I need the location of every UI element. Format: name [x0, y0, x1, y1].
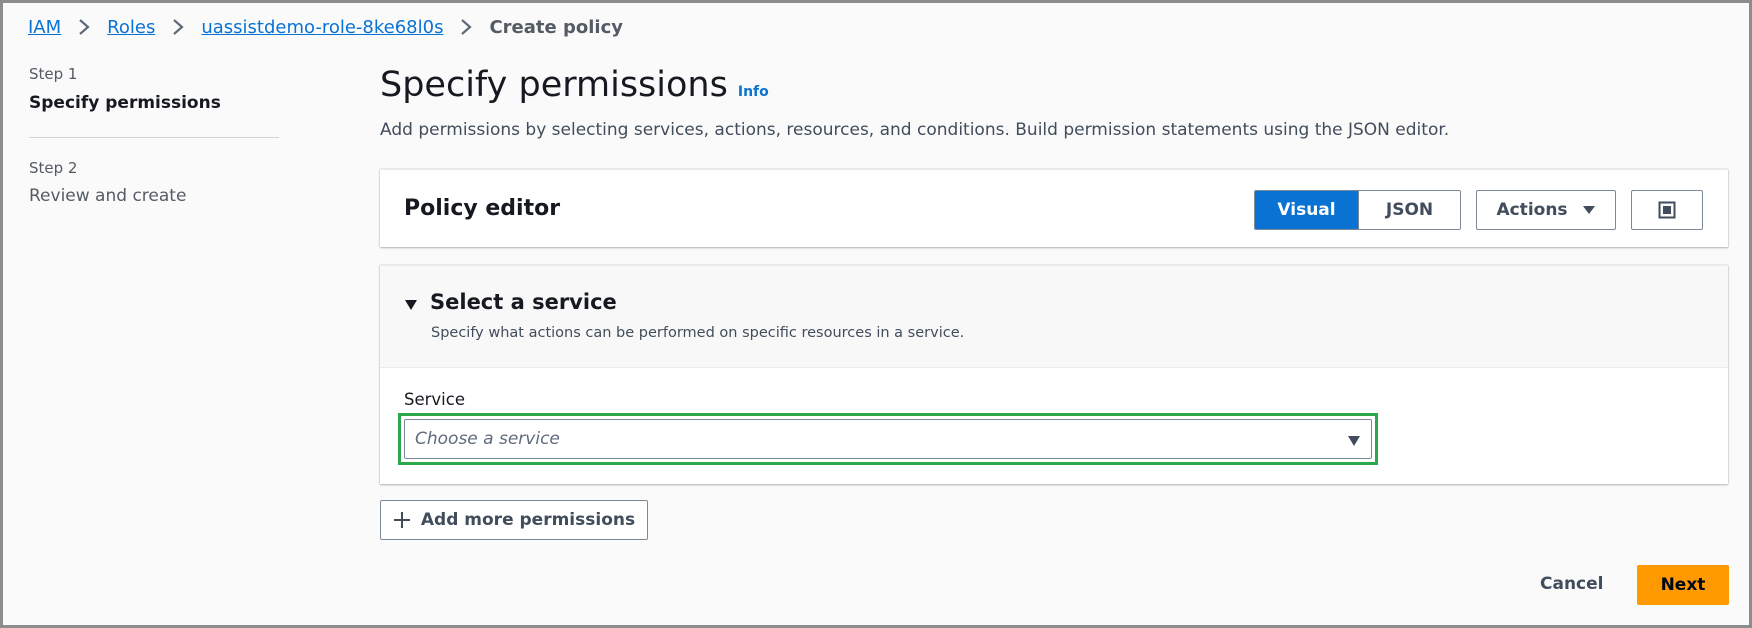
add-more-label: Add more permissions — [420, 510, 636, 530]
side-divider — [29, 137, 279, 138]
actions-label: Actions — [1496, 200, 1568, 220]
caret-down-icon — [1582, 205, 1596, 215]
select-service-description: Specify what actions can be performed on… — [431, 325, 965, 341]
step2-number: Step 2 — [29, 159, 78, 177]
step1-number: Step 1 — [29, 65, 78, 83]
json-mode-button[interactable]: JSON — [1358, 191, 1460, 229]
page-frame: IAM Roles uassistdemo-role-8ke68l0s Crea… — [0, 0, 1752, 628]
chevron-right-icon — [454, 15, 478, 39]
next-button[interactable]: Next — [1637, 565, 1729, 605]
select-service-card: Select a service Specify what actions ca… — [380, 265, 1728, 484]
visual-mode-button[interactable]: Visual — [1255, 191, 1358, 229]
service-select-placeholder: Choose a service — [415, 429, 560, 449]
select-service-title: Select a service — [430, 290, 617, 314]
policy-editor-card: Policy editor Visual JSON Actions — [380, 169, 1728, 247]
caret-down-icon — [1347, 432, 1361, 451]
caret-down-icon — [404, 296, 418, 315]
select-service-header[interactable]: Select a service Specify what actions ca… — [380, 266, 1728, 368]
fullscreen-button[interactable] — [1631, 190, 1703, 230]
policy-editor-title: Policy editor — [404, 196, 561, 221]
service-label: Service — [404, 390, 465, 409]
page-title: Specify permissions Info — [380, 65, 769, 105]
info-link[interactable]: Info — [738, 84, 769, 100]
breadcrumb-current: Create policy — [489, 16, 623, 38]
mode-toggle: Visual JSON — [1254, 190, 1461, 230]
fullscreen-icon — [1658, 201, 1676, 219]
service-select[interactable]: Choose a service — [404, 419, 1372, 459]
step1-title: Specify permissions — [29, 93, 221, 113]
actions-dropdown-button[interactable]: Actions — [1476, 190, 1616, 230]
breadcrumb-roles[interactable]: Roles — [107, 17, 155, 38]
page-title-text: Specify permissions — [380, 65, 728, 105]
plus-icon — [393, 511, 411, 529]
breadcrumb-iam[interactable]: IAM — [28, 17, 61, 38]
breadcrumb-role[interactable]: uassistdemo-role-8ke68l0s — [201, 17, 443, 38]
chevron-right-icon — [166, 15, 190, 39]
add-more-permissions-button[interactable]: Add more permissions — [380, 500, 648, 540]
chevron-right-icon — [72, 15, 96, 39]
breadcrumb: IAM Roles uassistdemo-role-8ke68l0s Crea… — [28, 15, 623, 39]
page-description: Add permissions by selecting services, a… — [380, 120, 1450, 140]
step2-title: Review and create — [29, 186, 187, 206]
cancel-button[interactable]: Cancel — [1540, 574, 1603, 594]
